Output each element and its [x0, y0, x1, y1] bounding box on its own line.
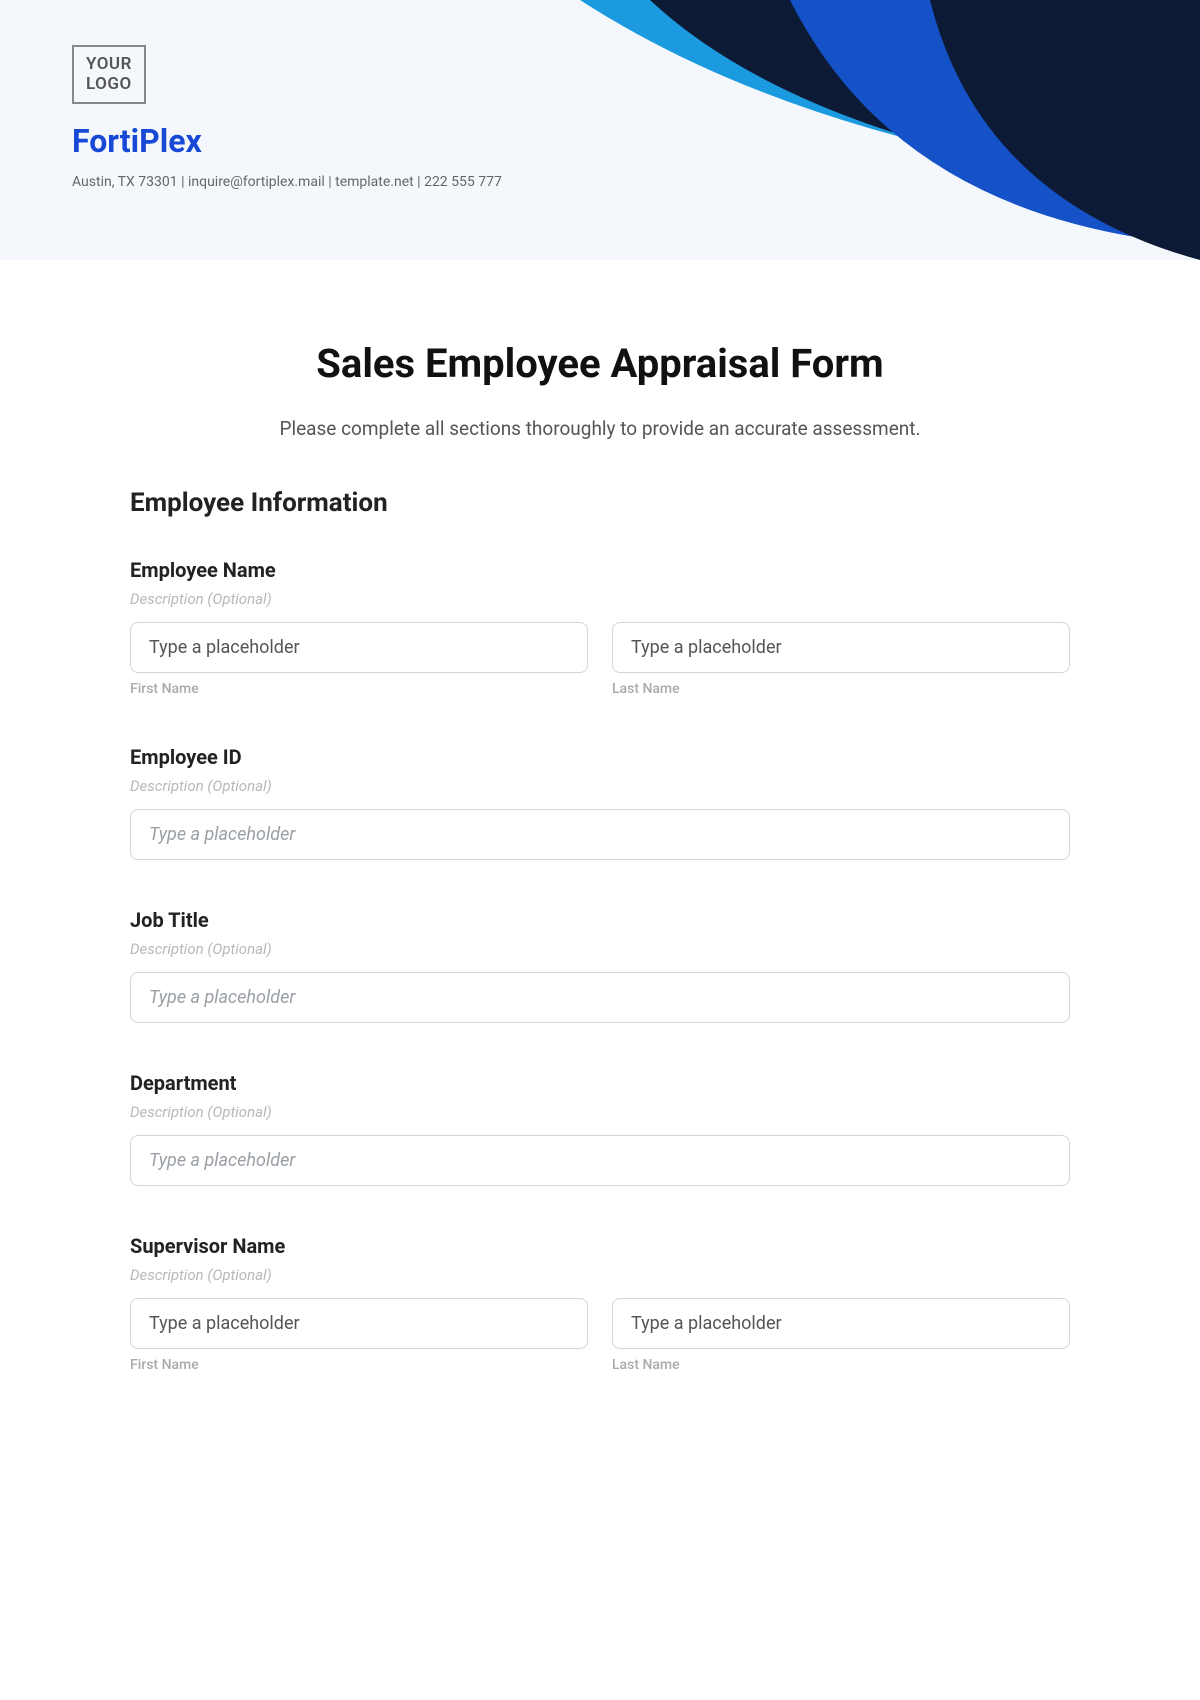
field-description: Description (Optional): [130, 590, 1070, 608]
page-intro: Please complete all sections thoroughly …: [130, 417, 1070, 440]
employee-last-name-input[interactable]: [612, 622, 1070, 673]
field-employee-id: Employee ID Description (Optional): [130, 745, 1070, 860]
field-description: Description (Optional): [130, 777, 1070, 795]
department-input[interactable]: [130, 1135, 1070, 1186]
field-label: Employee Name: [130, 558, 1070, 582]
field-label: Department: [130, 1071, 1070, 1095]
section-heading-employee-info: Employee Information: [130, 488, 1070, 518]
field-employee-name: Employee Name Description (Optional) Fir…: [130, 558, 1070, 697]
supervisor-last-name-input[interactable]: [612, 1298, 1070, 1349]
employee-first-name-input[interactable]: [130, 622, 588, 673]
field-description: Description (Optional): [130, 940, 1070, 958]
sublabel-first-name: First Name: [130, 681, 588, 697]
field-description: Description (Optional): [130, 1266, 1070, 1284]
field-department: Department Description (Optional): [130, 1071, 1070, 1186]
form-body: Sales Employee Appraisal Form Please com…: [0, 260, 1200, 1481]
page-title: Sales Employee Appraisal Form: [130, 340, 1070, 387]
field-label: Employee ID: [130, 745, 1070, 769]
field-job-title: Job Title Description (Optional): [130, 908, 1070, 1023]
sublabel-first-name: First Name: [130, 1357, 588, 1373]
supervisor-first-name-input[interactable]: [130, 1298, 588, 1349]
logo-placeholder: YOUR LOGO: [72, 45, 146, 104]
field-label: Job Title: [130, 908, 1070, 932]
company-contact-line: Austin, TX 73301 | inquire@fortiplex.mai…: [72, 174, 1128, 190]
sublabel-last-name: Last Name: [612, 681, 1070, 697]
field-supervisor-name: Supervisor Name Description (Optional) F…: [130, 1234, 1070, 1373]
company-name: FortiPlex: [72, 122, 1128, 160]
field-description: Description (Optional): [130, 1103, 1070, 1121]
employee-id-input[interactable]: [130, 809, 1070, 860]
document-header: YOUR LOGO FortiPlex Austin, TX 73301 | i…: [0, 0, 1200, 260]
job-title-input[interactable]: [130, 972, 1070, 1023]
sublabel-last-name: Last Name: [612, 1357, 1070, 1373]
field-label: Supervisor Name: [130, 1234, 1070, 1258]
